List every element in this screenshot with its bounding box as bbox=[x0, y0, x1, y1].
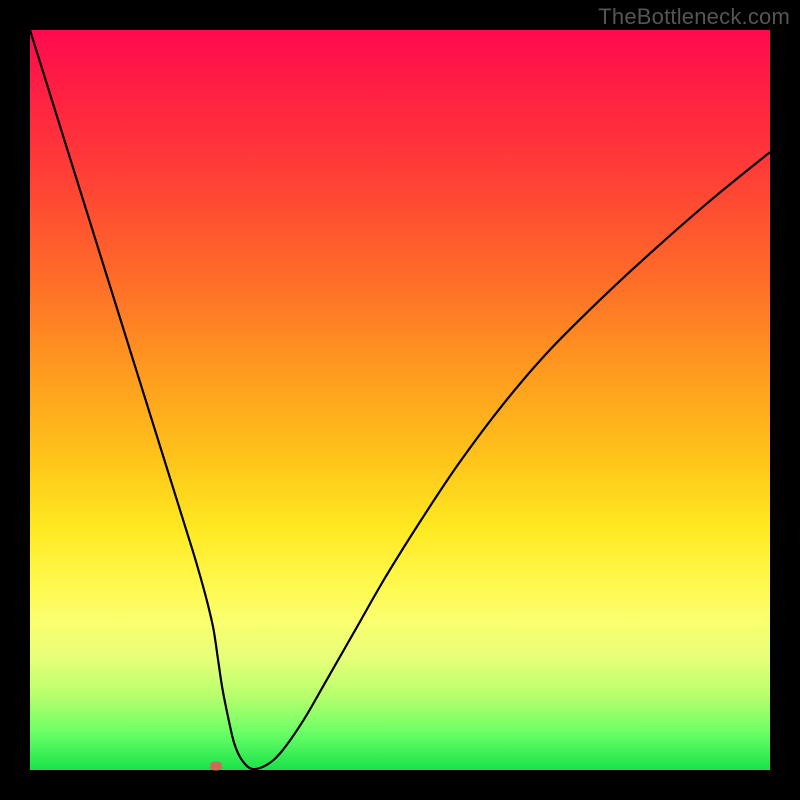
minimum-marker bbox=[210, 762, 222, 771]
plot-area bbox=[30, 30, 770, 770]
bottleneck-curve bbox=[30, 30, 770, 769]
watermark-text: TheBottleneck.com bbox=[598, 4, 790, 30]
curve-svg bbox=[30, 30, 770, 770]
chart-frame: TheBottleneck.com bbox=[0, 0, 800, 800]
